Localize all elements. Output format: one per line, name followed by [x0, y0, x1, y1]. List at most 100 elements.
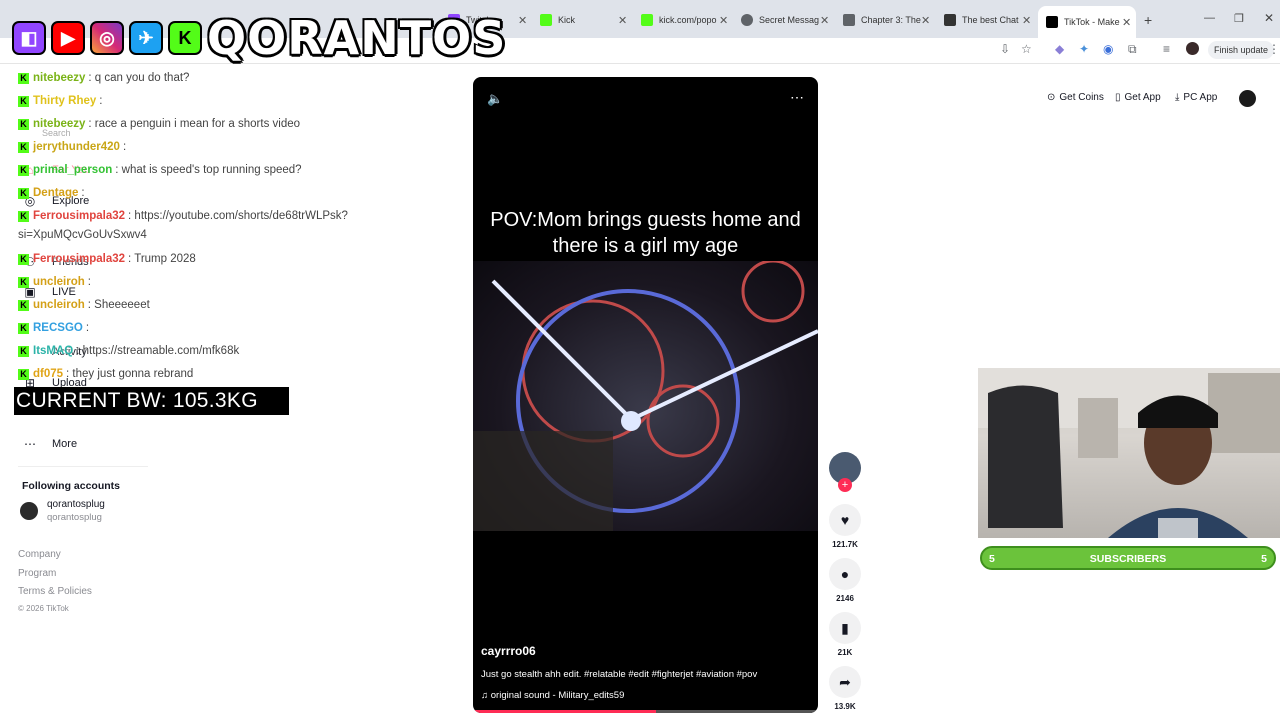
footer-terms-link[interactable]: Terms & Policies	[18, 586, 92, 597]
chat-text: : Trump 2028	[128, 253, 196, 265]
chat-username: RECSGO	[33, 322, 83, 334]
close-icon[interactable]: ✕	[1022, 14, 1031, 27]
video-sound[interactable]: ♫ original sound - Military_edits59	[481, 690, 624, 701]
restore-icon[interactable]: ❐	[1234, 12, 1244, 25]
chat-message: Kprimal_person: what is speed's top runn…	[18, 164, 302, 176]
button-label: Get App	[1124, 92, 1161, 103]
get-coins-button[interactable]: ⊙ Get Coins	[1047, 92, 1104, 103]
pc-app-button[interactable]: ⤓ PC App	[1175, 92, 1217, 103]
chat-text: :	[122, 141, 127, 153]
divider	[18, 466, 148, 467]
close-icon[interactable]: ✕	[1122, 16, 1131, 29]
heart-icon: ♥	[829, 504, 861, 536]
share-icon: ➦	[829, 666, 861, 698]
kick-badge-icon: K	[18, 164, 29, 176]
comment-button[interactable]: ● 2146	[829, 558, 861, 603]
footer-program-link[interactable]: Program	[18, 568, 56, 579]
webcam-feed	[978, 368, 1280, 538]
kick-icon	[540, 14, 552, 26]
chat-text: : race a penguin i mean for a shorts vid…	[88, 118, 301, 130]
install-icon[interactable]: ⇩	[1000, 42, 1010, 56]
kick-icon: K	[168, 21, 202, 55]
chat-username: primal_person	[33, 164, 113, 176]
sound-label: original sound - Military_edits59	[490, 690, 625, 701]
chat-username: Ferrousimpala32	[33, 253, 126, 265]
chat-username: nitebeezy	[33, 72, 86, 84]
phone-icon: ▯	[1115, 92, 1121, 103]
kick-badge-icon: K	[18, 187, 29, 199]
footer-company-link[interactable]: Company	[18, 549, 61, 560]
window-close-icon[interactable]: ✕	[1264, 11, 1274, 25]
tab-secret-messages[interactable]: Secret Messag ✕	[741, 8, 837, 32]
kebab-menu-icon[interactable]: ⋮	[1268, 42, 1280, 56]
share-button[interactable]: ➦ 13.9K	[829, 666, 861, 711]
extension-icon[interactable]: ◆	[1055, 42, 1064, 56]
minimize-icon[interactable]: —	[1204, 12, 1215, 24]
button-label: PC App	[1183, 92, 1218, 103]
tab-label: The best Chat	[962, 15, 1019, 25]
kick-badge-icon: K	[18, 322, 29, 334]
following-title: Following accounts	[22, 480, 121, 492]
comment-count: 2146	[836, 594, 854, 603]
chat-text: :	[87, 276, 91, 288]
tab-kick-popo[interactable]: kick.com/popo ✕	[641, 8, 737, 32]
chat-message: K Ferrousimpala32: Trump 2028	[18, 253, 196, 265]
kick-badge-icon: K	[18, 345, 29, 357]
chat-message: K ItsMAQ: https://streamable.com/mfk68k	[18, 345, 239, 357]
tab-chapter-3[interactable]: Chapter 3: The ✕	[843, 8, 939, 32]
avatar[interactable]	[20, 502, 38, 520]
following-name[interactable]: qorantosplug	[47, 499, 105, 510]
kick-badge-icon: K	[18, 141, 29, 153]
plus-icon[interactable]: +	[1144, 12, 1152, 28]
video-progress-bar[interactable]	[473, 710, 818, 713]
chat-text: : https://youtube.com/shorts/de68trWLPsk…	[128, 210, 348, 222]
close-icon[interactable]: ✕	[820, 14, 829, 27]
stream-title: QORANTOS	[207, 11, 507, 65]
chat-text: :	[85, 322, 90, 334]
save-button[interactable]: ▮ 21K	[829, 612, 861, 657]
sub-count-right: 5	[1261, 553, 1267, 565]
tab-label: Chapter 3: The	[861, 15, 921, 25]
video-author[interactable]: cayrrro06	[481, 644, 536, 658]
chat-message: Knitebeezy: q can you do that?	[18, 72, 189, 84]
more-icon: ⋯	[24, 437, 36, 451]
progress-fill	[473, 710, 656, 713]
download-icon: ⤓	[1175, 92, 1180, 103]
extensions-puzzle-icon[interactable]: ⧉	[1128, 42, 1137, 57]
share-count: 13.9K	[834, 702, 856, 711]
tab-kick[interactable]: Kick ✕	[540, 8, 636, 32]
get-app-button[interactable]: ▯ Get App	[1115, 92, 1161, 103]
extension-icon[interactable]: ✦	[1079, 42, 1089, 56]
button-label: Get Coins	[1059, 92, 1104, 103]
instagram-icon: ◎	[90, 21, 124, 55]
bookmark-star-icon[interactable]: ☆	[1021, 42, 1032, 56]
close-icon[interactable]: ✕	[719, 14, 728, 27]
youtube-icon: ▶	[51, 21, 85, 55]
avatar[interactable]	[1239, 90, 1256, 107]
tab-tiktok[interactable]: TikTok - Make ✕	[1038, 6, 1136, 38]
more-options-icon[interactable]: ⋯	[790, 89, 805, 106]
profile-avatar[interactable]	[1186, 42, 1199, 55]
sub-label: SUBSCRIBERS	[1089, 553, 1167, 565]
site-icon	[843, 14, 855, 26]
follow-plus-icon[interactable]: +	[838, 478, 852, 492]
subscriber-goal-bar: 5 SUBSCRIBERS 5	[980, 546, 1276, 570]
like-button[interactable]: ♥ 121.7K	[829, 504, 861, 549]
kick-badge-icon: K	[18, 95, 29, 107]
finish-update-button[interactable]: Finish update	[1208, 41, 1275, 59]
tab-label: Kick	[558, 15, 576, 25]
chat-text: : q can you do that?	[88, 72, 190, 84]
close-icon[interactable]: ✕	[618, 14, 627, 27]
volume-icon[interactable]: 🔈	[487, 91, 503, 107]
chat-text: :	[81, 187, 85, 199]
tab-best-chat[interactable]: The best Chat ✕	[944, 8, 1040, 32]
close-icon[interactable]: ✕	[518, 14, 527, 27]
extension-icon[interactable]: ◉	[1103, 42, 1113, 56]
close-icon[interactable]: ✕	[921, 14, 930, 27]
reading-list-icon[interactable]: ≡	[1163, 42, 1170, 56]
sidebar-item-more[interactable]: ⋯ More	[22, 437, 77, 451]
chat-message: Kuncleiroh: Sheeeeeet	[18, 299, 150, 311]
video-player[interactable]: 🔈 ⋯ POV:Mom brings guests home and there…	[473, 77, 818, 713]
chat-text: : they just gonna rebrand	[66, 368, 194, 380]
stream-branding: ◧ ▶ ◎ ✈ K QORANTOS	[12, 10, 506, 66]
